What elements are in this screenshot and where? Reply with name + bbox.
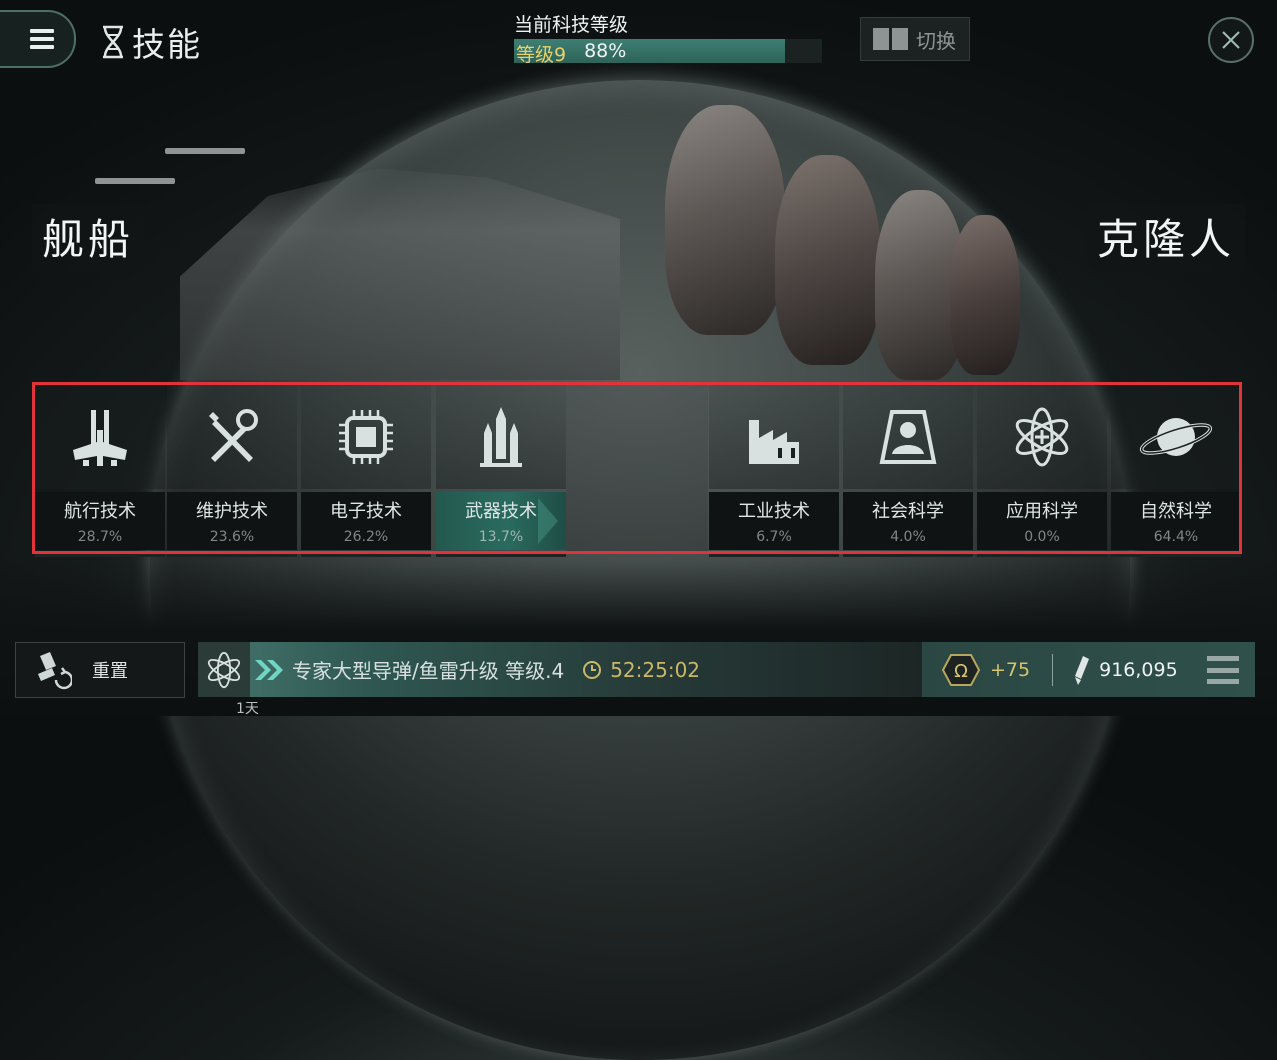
switch-button[interactable]: 切换: [860, 17, 970, 61]
queue-menu-icon[interactable]: [1207, 656, 1239, 684]
reset-icon: [38, 652, 72, 690]
ship-silhouette: [165, 148, 245, 154]
tech-level-value: 等级9: [516, 44, 567, 66]
switch-icon: [873, 28, 908, 50]
queue-icon-box: [198, 642, 251, 697]
omega-bonus: +75: [990, 658, 1031, 681]
tech-level-bar: 等级9 88%: [514, 39, 822, 66]
highlight-frame: [32, 382, 1242, 554]
reset-button[interactable]: 重置: [15, 642, 185, 698]
training-queue[interactable]: 专家大型导弹/鱼雷升级 等级.4 52:25:02 Ω +75 916,095: [198, 642, 1255, 697]
skill-injector-icon: [1075, 655, 1090, 685]
tech-level-label: 当前科技等级: [514, 14, 629, 36]
reset-label: 重置: [92, 661, 128, 682]
chevron-double-right-icon: [250, 658, 290, 682]
clones-artwork: [655, 95, 1035, 385]
tech-level-panel: 当前科技等级 等级9 88%: [514, 10, 824, 66]
switch-label: 切换: [916, 28, 956, 53]
omega-icon: Ω: [942, 653, 980, 687]
menu-button[interactable]: [0, 10, 76, 68]
training-skill-name: 专家大型导弹/鱼雷升级 等级.4: [292, 659, 565, 683]
tech-level-percent: 88%: [584, 40, 627, 62]
clones-label: 克隆人: [1087, 204, 1246, 273]
divider: [1052, 653, 1054, 686]
skill-points: 916,095: [1099, 658, 1178, 681]
clock-icon: [583, 660, 602, 679]
close-icon: [1222, 31, 1240, 49]
page-title: 技能: [132, 25, 202, 64]
hamburger-icon: [30, 29, 54, 49]
close-button[interactable]: [1208, 17, 1254, 63]
page-header: 技能: [100, 18, 202, 66]
ship-silhouette: [95, 178, 175, 184]
dna-icon: [103, 25, 123, 59]
training-time: 52:25:02: [610, 657, 701, 682]
svg-text:Ω: Ω: [954, 661, 968, 682]
atom-icon: [207, 651, 241, 688]
queue-days-label: 1天: [236, 701, 259, 717]
ships-label: 舰船: [32, 204, 145, 273]
